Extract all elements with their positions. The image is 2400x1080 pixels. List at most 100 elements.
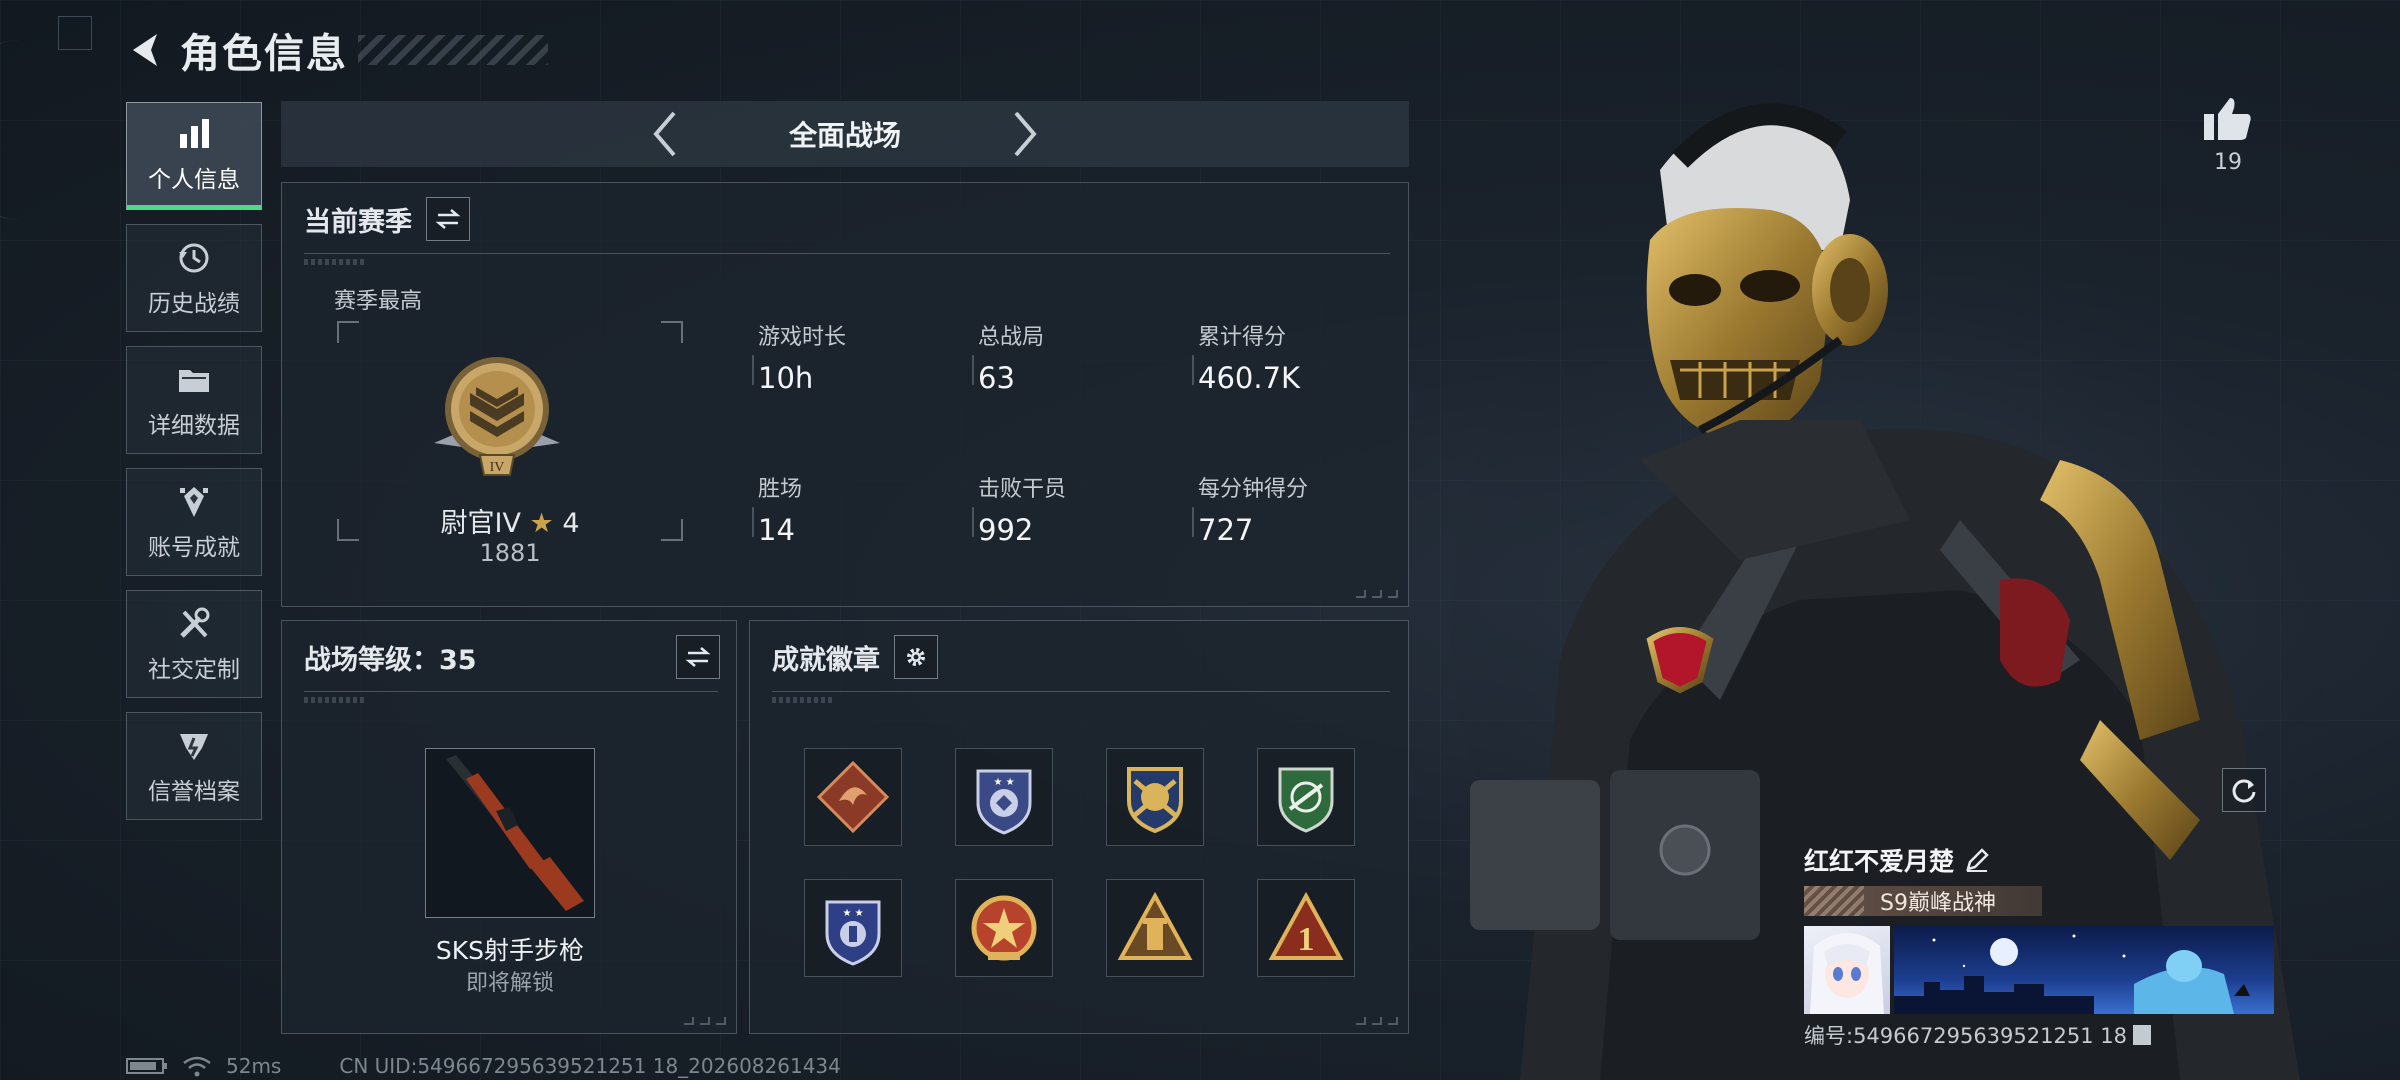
achievement-icon [174, 482, 214, 522]
blue-shield-badge-icon: ★ ★ [825, 900, 881, 966]
divider-decoration [772, 697, 832, 703]
svg-text:★ ★: ★ ★ [842, 908, 863, 919]
title-emblem-icon [1804, 886, 1864, 916]
status-bar: 52ms CN UID:549667295639521251 18_202608… [126, 1054, 841, 1078]
shield-star-badge-icon: ★ ★ [976, 769, 1032, 835]
title-decoration [358, 35, 548, 65]
rank-score: 1881 [479, 539, 541, 567]
badge-slot[interactable] [804, 748, 902, 846]
season-best-label: 赛季最高 [334, 289, 423, 314]
stat-label: 游戏时长 [758, 325, 847, 350]
battlefield-header: 战场等级：35 [304, 635, 720, 679]
sidebar-item-label: 个人信息 [148, 167, 240, 193]
switch-season-button[interactable] [426, 197, 470, 241]
edit-icon[interactable] [1964, 847, 1990, 873]
chevron-left-icon [653, 111, 676, 157]
badge-slot[interactable]: ★ ★ [955, 748, 1053, 846]
player-banner[interactable] [1894, 926, 2274, 1014]
divider [304, 253, 1390, 254]
like-count: 19 [2214, 150, 2242, 175]
ping-value: 52ms [226, 1054, 282, 1078]
divider [304, 691, 718, 692]
rank-name: 尉官IV ★ 4 [322, 501, 698, 540]
avatar[interactable] [1804, 926, 1890, 1014]
sidebar-item-detail-data[interactable]: 详细数据 [126, 346, 262, 454]
number-one-badge-icon: 1 [1268, 891, 1344, 960]
achievement-badges-panel: 成就徽章 ★ ★ ★ ★ 1 [749, 620, 1409, 1034]
refresh-icon [2232, 779, 2256, 803]
season-header: 当前赛季 [304, 197, 470, 241]
stat-score-per-minute: 每分钟得分 727 [1192, 471, 1398, 547]
crossed-gold-badge-icon [1127, 767, 1183, 834]
sidebar-item-label: 历史战绩 [148, 291, 240, 317]
history-icon [174, 238, 214, 278]
corner-decoration [1356, 1017, 1398, 1025]
prev-mode-button[interactable] [645, 106, 685, 162]
sidebar-item-label: 账号成就 [148, 535, 240, 561]
battlefield-level-panel: 战场等级：35 SKS射手步枪 即将解锁 [281, 620, 737, 1034]
gear-icon [907, 648, 925, 666]
wifi-icon [183, 1056, 211, 1077]
weapon-unlock-status: 即将解锁 [465, 971, 554, 996]
rank-title: 尉官IV [440, 508, 521, 539]
triangle-tower-badge-icon [1117, 891, 1193, 960]
badge-slot[interactable]: ★ ★ [804, 879, 902, 977]
player-id: 编号:549667295639521251 18 [1804, 1024, 2127, 1048]
sidebar-item-social[interactable]: 社交定制 [126, 590, 262, 698]
sidebar-item-history[interactable]: 历史战绩 [126, 224, 262, 332]
season-panel: 当前赛季 赛季最高 IV 尉官IV ★ 4 1881 游戏时长 10h 总战局 … [281, 182, 1409, 607]
player-name-row: 红红不爱月楚 [1804, 838, 2274, 882]
player-title-plate[interactable]: S9巅峰战神 [1804, 886, 2042, 916]
sidebar-item-label: 社交定制 [148, 657, 240, 683]
chevron-right-icon [1014, 111, 1037, 157]
sidebar-item-credit[interactable]: 信誉档案 [126, 712, 262, 820]
stat-wins: 胜场 14 [752, 471, 958, 547]
stat-value: 992 [978, 513, 1034, 547]
svg-text:1: 1 [1298, 921, 1315, 958]
divider-decoration [304, 697, 364, 703]
badge-slot[interactable] [1257, 748, 1355, 846]
stat-playtime: 游戏时长 10h [752, 319, 958, 395]
rank-badge-icon: IV [434, 357, 560, 476]
page-title: 角色信息 [180, 31, 348, 77]
stat-label: 总战局 [978, 325, 1045, 350]
svg-text:IV: IV [490, 460, 505, 475]
stat-label: 每分钟得分 [1198, 477, 1309, 502]
decor-arc [0, 40, 40, 220]
stat-value: 14 [758, 513, 795, 547]
badges-header: 成就徽章 [772, 635, 938, 679]
like-button[interactable]: 19 [2200, 96, 2256, 175]
badge-slot[interactable] [1106, 748, 1204, 846]
stat-label: 累计得分 [1198, 325, 1287, 350]
badge-slot[interactable]: 1 [1257, 879, 1355, 977]
stat-label: 击败干员 [978, 477, 1067, 502]
stat-label: 胜场 [758, 477, 803, 502]
back-arrow-icon [133, 34, 157, 66]
player-id-row: 编号:549667295639521251 18 [1804, 1020, 2274, 1050]
sidebar-item-achievements[interactable]: 账号成就 [126, 468, 262, 576]
svg-text:★ ★: ★ ★ [993, 777, 1014, 788]
corner-decoration [1356, 590, 1398, 598]
player-title: S9巅峰战神 [1880, 891, 1996, 916]
copy-icon[interactable] [2132, 1025, 2151, 1045]
divider-decoration [304, 259, 364, 265]
star-medal-badge-icon [971, 895, 1037, 961]
weapon-name: SKS射手步枪 [435, 936, 585, 965]
bar-chart-icon [174, 114, 214, 154]
badge-slot[interactable] [1106, 879, 1204, 977]
thumbs-up-icon [2204, 98, 2251, 140]
switch-level-button[interactable] [676, 635, 720, 679]
rank-star-icon: ★ [529, 508, 554, 539]
sidebar-item-personal-info[interactable]: 个人信息 [126, 102, 262, 210]
rotate-model-button[interactable] [2222, 768, 2266, 812]
folder-icon [174, 360, 214, 400]
next-mode-button[interactable] [1005, 106, 1045, 162]
sidebar-item-label: 信誉档案 [148, 779, 240, 805]
badge-slot[interactable] [955, 879, 1053, 977]
uid-text: CN UID:549667295639521251 18_20260826143… [339, 1054, 841, 1078]
stat-value: 10h [758, 361, 814, 395]
badge-settings-button[interactable] [894, 635, 938, 679]
weapon-image[interactable] [425, 748, 595, 918]
back-button[interactable] [124, 27, 170, 73]
sidebar-item-label: 详细数据 [148, 413, 240, 439]
